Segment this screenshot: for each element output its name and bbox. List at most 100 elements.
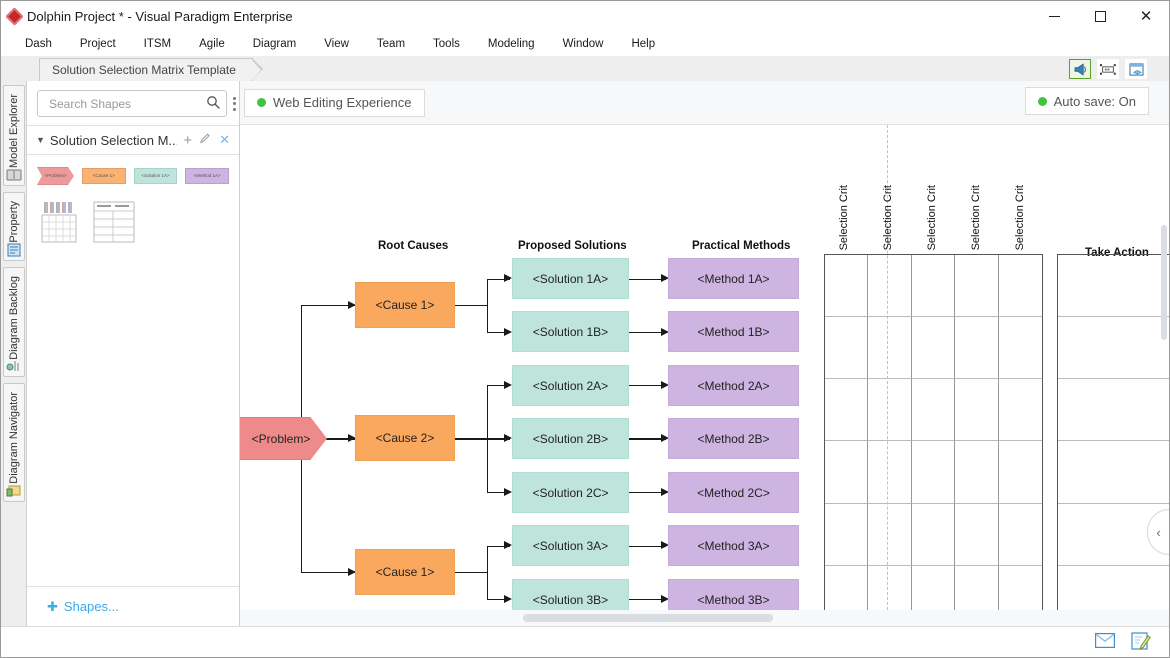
sidebar-item-property[interactable]: Property <box>2 191 25 261</box>
node-method-2c[interactable]: <Method 2C> <box>668 472 799 513</box>
close-icon[interactable]: ✕ <box>218 132 231 148</box>
minimize-button[interactable] <box>1031 1 1077 32</box>
palette-shape-method[interactable]: <Method 1A> <box>185 168 230 184</box>
node-solution-3b[interactable]: <Solution 3B> <box>512 579 629 610</box>
node-cause-3[interactable]: <Cause 1> <box>355 549 455 595</box>
table-thumbnail[interactable] <box>93 201 135 246</box>
menu-item-tools[interactable]: Tools <box>419 35 474 53</box>
matrix-cell[interactable] <box>825 565 869 610</box>
matrix-cell[interactable] <box>868 441 912 504</box>
take-action-cell[interactable] <box>1058 566 1169 610</box>
node-method-2a[interactable]: <Method 2A> <box>668 365 799 406</box>
node-solution-2a[interactable]: <Solution 2A> <box>512 365 629 406</box>
matrix-cell[interactable] <box>825 255 869 318</box>
menu-item-dash[interactable]: Dash <box>11 35 66 53</box>
tab-solution-selection-matrix[interactable]: Solution Selection Matrix Template <box>39 58 263 81</box>
node-cause-1[interactable]: <Cause 1> <box>355 282 455 328</box>
matrix-cell[interactable] <box>912 565 956 610</box>
matrix-cell[interactable] <box>868 255 912 318</box>
node-solution-2c[interactable]: <Solution 2C> <box>512 472 629 513</box>
take-action-cell[interactable] <box>1058 379 1169 442</box>
sidebar-item-model-explorer[interactable]: Model Explorer <box>2 85 25 186</box>
search-icon[interactable] <box>206 95 220 112</box>
matrix-cell[interactable] <box>825 503 869 566</box>
note-edit-icon[interactable] <box>1131 631 1151 653</box>
matrix-cell[interactable] <box>825 317 869 380</box>
add-shapes-button[interactable]: ✚ Shapes... <box>27 586 239 626</box>
node-solution-1a[interactable]: <Solution 1A> <box>512 258 629 299</box>
horizontal-scrollbar-thumb[interactable] <box>523 614 773 622</box>
node-solution-2b[interactable]: <Solution 2B> <box>512 418 629 459</box>
fit-size-icon[interactable] <box>1097 59 1119 79</box>
menu-item-modeling[interactable]: Modeling <box>474 35 549 53</box>
take-action-cell[interactable] <box>1058 317 1169 380</box>
menu-item-diagram[interactable]: Diagram <box>239 35 310 53</box>
palette-shape-problem[interactable]: <Problem> <box>37 167 74 185</box>
pencil-icon[interactable] <box>198 132 213 148</box>
matrix-cell[interactable] <box>998 504 1042 566</box>
matrix-cell[interactable] <box>955 379 999 442</box>
matrix-cell[interactable] <box>955 441 999 504</box>
kebab-menu-icon[interactable] <box>231 96 238 111</box>
take-action-column[interactable] <box>1057 254 1169 610</box>
search-shapes-box[interactable] <box>37 90 227 117</box>
matrix-cell[interactable] <box>999 566 1042 610</box>
node-method-1a[interactable]: <Method 1A> <box>668 258 799 299</box>
node-method-3a[interactable]: <Method 3A> <box>668 525 799 566</box>
matrix-grid-thumbnail[interactable] <box>41 201 77 246</box>
menu-item-project[interactable]: Project <box>66 35 130 53</box>
node-method-2b[interactable]: <Method 2B> <box>668 418 799 459</box>
matrix-cell[interactable] <box>998 379 1042 442</box>
node-solution-3a[interactable]: <Solution 3A> <box>512 525 629 566</box>
matrix-cell[interactable] <box>868 503 912 566</box>
node-problem[interactable]: <Problem> <box>240 417 327 460</box>
layers-panel-icon[interactable] <box>1125 59 1147 79</box>
matrix-cell[interactable] <box>825 441 869 504</box>
matrix-cell[interactable] <box>911 441 956 504</box>
diagram-canvas[interactable]: ‖ Root Causes Proposed Solutions Practic… <box>240 124 1169 610</box>
plus-icon[interactable]: + <box>182 132 193 149</box>
matrix-cell[interactable] <box>911 379 956 442</box>
sidebar-item-diagram-backlog[interactable]: Diagram Backlog <box>2 266 25 378</box>
menu-item-itsm[interactable]: ITSM <box>130 35 185 53</box>
palette-shape-solution[interactable]: <Solution 1A> <box>133 168 178 184</box>
menu-item-help[interactable]: Help <box>617 35 669 53</box>
vertical-scrollbar-thumb[interactable] <box>1161 225 1167 340</box>
selection-criteria-matrix[interactable] <box>824 254 1043 610</box>
matrix-cell[interactable] <box>868 379 912 442</box>
close-button[interactable]: ✕ <box>1123 1 1169 32</box>
node-method-1b[interactable]: <Method 1B> <box>668 311 799 352</box>
palette-shape-cause[interactable]: <Cause 1> <box>81 168 126 184</box>
maximize-button[interactable] <box>1077 1 1123 32</box>
matrix-cell[interactable] <box>955 317 999 380</box>
auto-save-indicator[interactable]: Auto save: On <box>1024 87 1149 115</box>
matrix-cell[interactable] <box>825 379 869 442</box>
menu-item-window[interactable]: Window <box>549 35 618 53</box>
chevron-down-icon[interactable]: ▼ <box>36 135 45 145</box>
matrix-cell[interactable] <box>955 255 999 318</box>
matrix-cell[interactable] <box>955 503 999 566</box>
node-method-3b[interactable]: <Method 3B> <box>668 579 799 610</box>
search-input[interactable] <box>47 95 206 112</box>
take-action-cell[interactable] <box>1058 255 1169 318</box>
matrix-cell[interactable] <box>998 255 1042 318</box>
take-action-cell[interactable] <box>1058 441 1169 504</box>
mail-icon[interactable] <box>1095 633 1115 651</box>
horizontal-scrollbar[interactable] <box>240 610 1169 626</box>
menu-item-view[interactable]: View <box>310 35 363 53</box>
matrix-cell[interactable] <box>868 317 912 380</box>
node-cause-2[interactable]: <Cause 2> <box>355 415 455 461</box>
menu-item-agile[interactable]: Agile <box>185 35 239 53</box>
matrix-cell[interactable] <box>868 565 912 610</box>
menu-item-team[interactable]: Team <box>363 35 419 53</box>
matrix-cell[interactable] <box>911 503 956 566</box>
matrix-cell[interactable] <box>998 317 1042 380</box>
matrix-cell[interactable] <box>955 565 999 610</box>
web-editing-experience-button[interactable]: Web Editing Experience <box>244 88 425 117</box>
matrix-cell[interactable] <box>911 255 956 318</box>
sidebar-item-diagram-navigator[interactable]: Diagram Navigator <box>2 383 25 503</box>
matrix-cell[interactable] <box>998 441 1042 504</box>
node-solution-1b[interactable]: <Solution 1B> <box>512 311 629 352</box>
matrix-cell[interactable] <box>911 317 956 380</box>
announcement-icon[interactable] <box>1069 59 1091 79</box>
